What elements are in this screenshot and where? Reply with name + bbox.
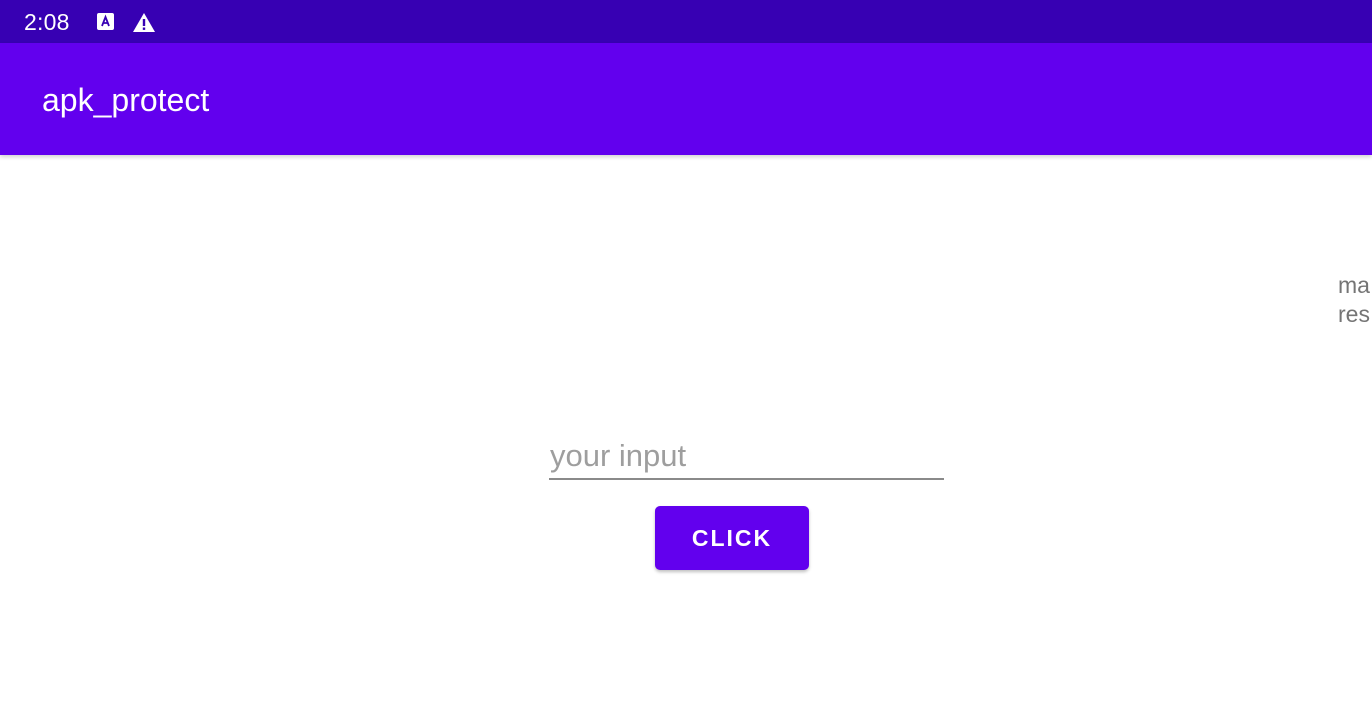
warning-icon (132, 12, 155, 32)
app-bar: apk_protect (0, 43, 1372, 155)
status-time: 2:08 (24, 9, 70, 35)
accessibility-notification-icon (96, 12, 118, 32)
your-input-field[interactable] (549, 434, 944, 480)
status-bar: 2:08 (0, 0, 1372, 43)
side-text-line-1: ma (1338, 272, 1370, 298)
click-button[interactable]: CLICK (655, 506, 809, 570)
side-text-line-2: res (1338, 301, 1370, 327)
app-title: apk_protect (42, 82, 210, 118)
clipped-side-text: ma res (1338, 271, 1372, 329)
